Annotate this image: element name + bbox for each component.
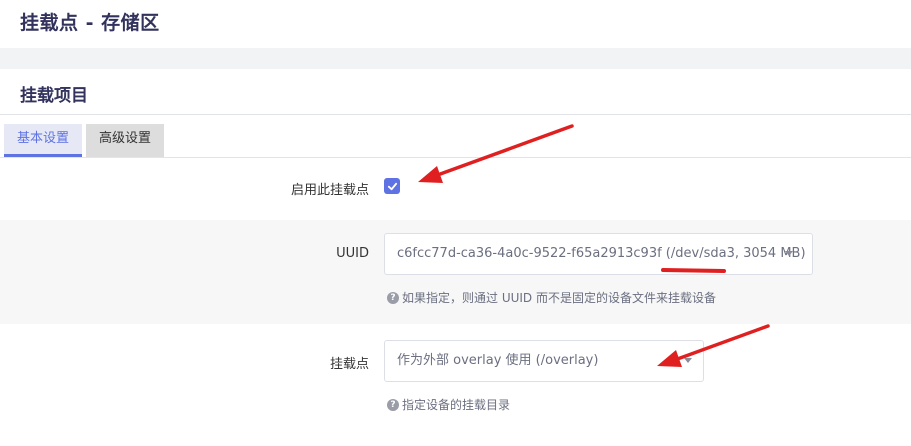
enable-mountpoint-checkbox[interactable] bbox=[384, 178, 400, 194]
mountpoint-help-text: 指定设备的挂载目录 bbox=[402, 398, 511, 412]
mountpoint-help: ? 指定设备的挂载目录 bbox=[387, 396, 510, 413]
tabs-divider bbox=[0, 157, 911, 158]
page-header: 挂载点 - 存储区 bbox=[0, 0, 911, 48]
checkmark-icon bbox=[387, 182, 397, 190]
mountpoint-label: 挂载点 bbox=[329, 357, 369, 372]
uuid-help-text: 如果指定，则通过 UUID 而不是固定的设备文件来挂载设备 bbox=[402, 291, 716, 305]
uuid-label: UUID bbox=[336, 246, 369, 261]
tab-basic-settings[interactable]: 基本设置 bbox=[4, 124, 83, 157]
uuid-select[interactable]: c6fcc77d-ca36-4a0c-9522-f65a2913c93f (/d… bbox=[384, 233, 813, 275]
chevron-down-icon bbox=[684, 358, 692, 363]
mountpoint-select[interactable]: 作为外部 overlay 使用 (/overlay) bbox=[384, 340, 704, 382]
help-icon: ? bbox=[387, 291, 399, 304]
help-icon: ? bbox=[387, 398, 399, 411]
chevron-down-icon bbox=[785, 251, 793, 256]
page-title: 挂载点 - 存储区 bbox=[20, 12, 160, 34]
section-title: 挂载项目 bbox=[20, 86, 88, 106]
header-separator bbox=[0, 48, 911, 69]
tab-bar: 基本设置 高级设置 bbox=[4, 124, 165, 157]
annotation-arrow-checkbox bbox=[418, 124, 574, 183]
section-divider bbox=[0, 114, 911, 115]
tab-advanced-settings[interactable]: 高级设置 bbox=[86, 124, 165, 157]
enable-mountpoint-label: 启用此挂载点 bbox=[290, 183, 369, 198]
uuid-help: ? 如果指定，则通过 UUID 而不是固定的设备文件来挂载设备 bbox=[387, 289, 716, 306]
